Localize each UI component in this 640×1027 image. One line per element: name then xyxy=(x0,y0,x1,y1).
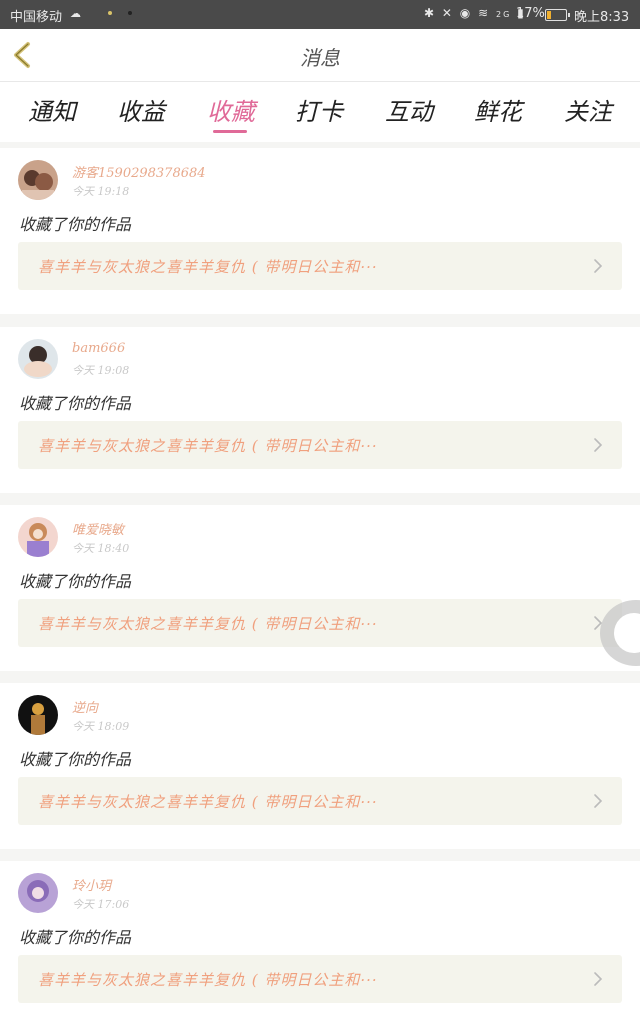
message-card: 逆向 今天 18:09 收藏了你的作品 喜羊羊与灰太狼之喜羊羊复仇 ( 带明日公… xyxy=(0,683,640,849)
avatar-image xyxy=(18,873,58,913)
network-type: 2G xyxy=(495,10,512,19)
tab-interactions[interactable]: 互动 xyxy=(374,92,444,127)
notification-dot-icon xyxy=(108,11,112,15)
username[interactable]: 游客1590298378684 xyxy=(72,162,206,181)
tab-following[interactable]: 关注 xyxy=(553,92,623,127)
action-text: 收藏了你的作品 xyxy=(19,572,132,591)
action-text: 收藏了你的作品 xyxy=(19,928,132,947)
avatar[interactable] xyxy=(18,873,58,913)
work-link[interactable]: 喜羊羊与灰太狼之喜羊羊复仇 ( 带明日公主和··· xyxy=(18,599,622,647)
username[interactable]: 玲小玥 xyxy=(72,875,111,894)
username[interactable]: 逆向 xyxy=(72,697,98,716)
chevron-right-icon xyxy=(594,972,603,986)
bluetooth-icon: ✱ xyxy=(424,6,437,20)
app-header: 消息 xyxy=(0,29,640,82)
avatar-image xyxy=(18,695,58,735)
timestamp: 今天 19:18 xyxy=(72,185,130,198)
avatar[interactable] xyxy=(18,695,58,735)
work-title: 喜羊羊与灰太狼之喜羊羊复仇 ( 带明日公主和··· xyxy=(38,437,378,455)
notification-dot-icon xyxy=(128,11,132,15)
battery-icon xyxy=(545,9,570,21)
action-text: 收藏了你的作品 xyxy=(19,394,132,413)
tab-notifications[interactable]: 通知 xyxy=(17,92,87,127)
action-text: 收藏了你的作品 xyxy=(19,750,132,769)
eye-icon: ◉ xyxy=(459,6,473,20)
work-link[interactable]: 喜羊羊与灰太狼之喜羊羊复仇 ( 带明日公主和··· xyxy=(18,242,622,290)
work-title: 喜羊羊与灰太狼之喜羊羊复仇 ( 带明日公主和··· xyxy=(38,615,378,633)
battery-percent: 17% xyxy=(516,6,545,21)
cloud-icon: ☁ xyxy=(70,7,81,20)
status-bar: 中国移动 ☁ ✱ ✕ ◉ ≋ 2G ▮ 17% 晚上8:33 xyxy=(0,0,640,29)
avatar-image xyxy=(18,517,58,557)
wifi-icon: ≋ xyxy=(478,6,491,20)
chevron-right-icon xyxy=(594,438,603,452)
avatar[interactable] xyxy=(18,160,58,200)
work-link[interactable]: 喜羊羊与灰太狼之喜羊羊复仇 ( 带明日公主和··· xyxy=(18,421,622,469)
page-title: 消息 xyxy=(300,46,340,70)
work-link[interactable]: 喜羊羊与灰太狼之喜羊羊复仇 ( 带明日公主和··· xyxy=(18,777,622,825)
status-icons: ✱ ✕ ◉ ≋ 2G ▮ xyxy=(424,6,526,20)
chevron-right-icon xyxy=(594,794,603,808)
avatar-image xyxy=(18,160,58,200)
timestamp: 今天 18:09 xyxy=(72,720,130,733)
username[interactable]: 唯爱晓敏 xyxy=(72,519,124,538)
message-card: 玲小玥 今天 17:06 收藏了你的作品 喜羊羊与灰太狼之喜羊羊复仇 ( 带明日… xyxy=(0,861,640,1027)
work-title: 喜羊羊与灰太狼之喜羊羊复仇 ( 带明日公主和··· xyxy=(38,793,378,811)
clock: 晚上8:33 xyxy=(574,10,630,25)
action-text: 收藏了你的作品 xyxy=(19,215,132,234)
message-card: 游客1590298378684 今天 19:18 收藏了你的作品 喜羊羊与灰太狼… xyxy=(0,148,640,314)
message-card: bam666 今天 19:08 收藏了你的作品 喜羊羊与灰太狼之喜羊羊复仇 ( … xyxy=(0,327,640,493)
tab-flowers[interactable]: 鲜花 xyxy=(463,92,533,127)
work-title: 喜羊羊与灰太狼之喜羊羊复仇 ( 带明日公主和··· xyxy=(38,258,378,276)
avatar[interactable] xyxy=(18,339,58,379)
carrier-name: 中国移动 xyxy=(10,10,63,25)
work-title: 喜羊羊与灰太狼之喜羊羊复仇 ( 带明日公主和··· xyxy=(38,971,378,989)
mute-icon: ✕ xyxy=(441,6,454,20)
message-card: 唯爱晓敏 今天 18:40 收藏了你的作品 喜羊羊与灰太狼之喜羊羊复仇 ( 带明… xyxy=(0,505,640,671)
timestamp: 今天 19:08 xyxy=(72,364,130,377)
tab-favorites[interactable]: 收藏 xyxy=(196,92,266,127)
username[interactable]: bam666 xyxy=(72,341,125,356)
timestamp: 今天 18:40 xyxy=(72,542,130,555)
chevron-right-icon xyxy=(594,259,603,273)
active-tab-indicator xyxy=(213,130,247,133)
tab-bar: 通知 收益 收藏 打卡 互动 鲜花 关注 xyxy=(0,82,640,142)
tab-checkin[interactable]: 打卡 xyxy=(284,92,354,127)
tab-earnings[interactable]: 收益 xyxy=(106,92,176,127)
avatar-image xyxy=(18,339,58,379)
work-link[interactable]: 喜羊羊与灰太狼之喜羊羊复仇 ( 带明日公主和··· xyxy=(18,955,622,1003)
avatar[interactable] xyxy=(18,517,58,557)
timestamp: 今天 17:06 xyxy=(72,898,130,911)
